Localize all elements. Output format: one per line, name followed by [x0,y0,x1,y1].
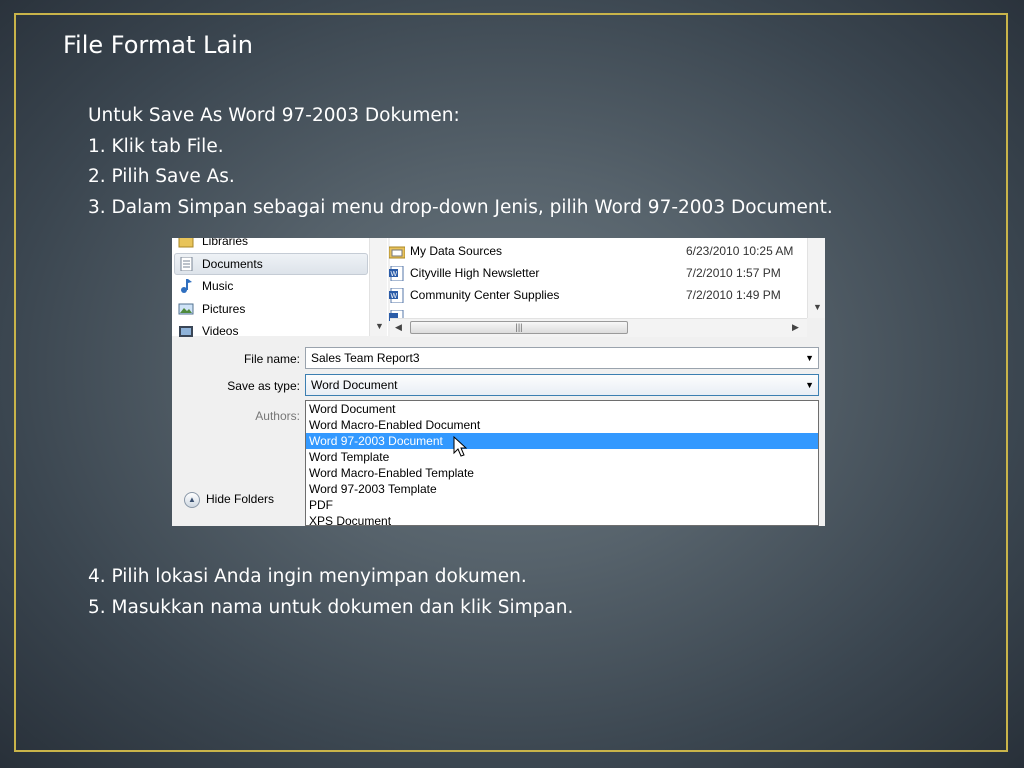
file-date: 7/2/2010 1:49 PM [686,288,781,302]
dropdown-option[interactable]: Word Macro-Enabled Document [306,417,818,433]
pictures-icon [178,302,194,316]
music-icon [178,279,194,293]
instruction-line: 1. Klik tab File. [88,135,224,157]
nav-item-videos[interactable]: Videos [179,321,238,341]
save-as-type-select[interactable]: Word Document ▼ [305,374,819,396]
data-sources-folder-icon [388,244,406,259]
scroll-left-icon[interactable]: ◀ [395,322,402,333]
dropdown-option[interactable]: Word Document [306,401,818,417]
file-list: My Data Sources 6/23/2010 10:25 AM W Cit… [388,238,825,326]
dropdown-option[interactable]: Word 97-2003 Template [306,481,818,497]
instructions-top: Untuk Save As Word 97-2003 Dokumen: 1. K… [88,101,833,223]
word-document-icon: W [389,287,405,304]
file-name-label: File name: [243,352,300,366]
dropdown-option[interactable]: PDF [306,497,818,513]
nav-scrollbar[interactable]: ▼ [369,238,387,336]
dropdown-option[interactable]: Word Template [306,449,818,465]
nav-item-libraries[interactable]: Libraries [178,238,248,251]
dropdown-option[interactable]: Word Macro-Enabled Template [306,465,818,481]
authors-label: Authors: [255,409,300,423]
dropdown-option-highlighted[interactable]: Word 97-2003 Document [306,433,818,449]
instructions-bottom: 4. Pilih lokasi Anda ingin menyimpan dok… [88,562,573,623]
save-as-dialog-screenshot: Libraries Documents Music Pictures Video… [172,238,825,526]
document-icon [178,256,194,272]
libraries-icon [178,238,194,248]
chevron-down-icon[interactable]: ▼ [805,348,814,368]
hide-folders-button[interactable]: ▲ Hide Folders [184,492,274,508]
save-as-type-label: Save as type: [227,379,300,393]
nav-item-music[interactable]: Music [181,276,233,296]
file-date: 6/23/2010 10:25 AM [686,244,794,258]
videos-icon [178,324,194,338]
scroll-down-icon[interactable]: ▼ [375,321,384,331]
word-document-icon: W [389,265,405,282]
instruction-line: Untuk Save As Word 97-2003 Dokumen: [88,105,460,126]
file-list-scrollbar[interactable]: ▼ [807,238,825,318]
navigation-pane: Libraries Documents Music Pictures Video… [172,238,388,338]
scroll-down-icon[interactable]: ▼ [813,302,822,312]
file-date: 7/2/2010 1:57 PM [686,266,781,280]
dropdown-option[interactable]: XPS Document [306,513,818,526]
file-name-input[interactable]: Sales Team Report3 ▼ [305,347,819,369]
instruction-line: 4. Pilih lokasi Anda ingin menyimpan dok… [88,566,527,587]
chevron-up-icon: ▲ [184,492,200,508]
svg-text:W: W [391,271,398,278]
nav-item-pictures[interactable]: Pictures [178,299,245,319]
save-as-type-dropdown-list: Word Document Word Macro-Enabled Documen… [305,400,819,526]
instruction-line: 3. Dalam Simpan sebagai menu drop-down J… [88,196,833,218]
scrollbar-thumb[interactable]: ||| [410,321,628,334]
file-row[interactable]: W Community Center Supplies [389,285,559,305]
scroll-right-icon[interactable]: ▶ [792,322,799,333]
chevron-down-icon[interactable]: ▼ [805,375,814,395]
svg-text:W: W [391,293,398,300]
horizontal-scrollbar[interactable]: ◀ ||| ▶ [390,318,807,337]
instruction-line: 5. Masukkan nama untuk dokumen dan klik … [88,596,574,618]
file-row[interactable]: W Cityville High Newsletter [389,263,539,283]
mouse-pointer-icon [453,435,468,461]
instruction-line: 2. Pilih Save As. [88,166,235,187]
file-row[interactable]: My Data Sources [388,241,502,261]
nav-item-documents[interactable]: Documents [180,254,263,274]
slide-title: File Format Lain [63,31,253,59]
